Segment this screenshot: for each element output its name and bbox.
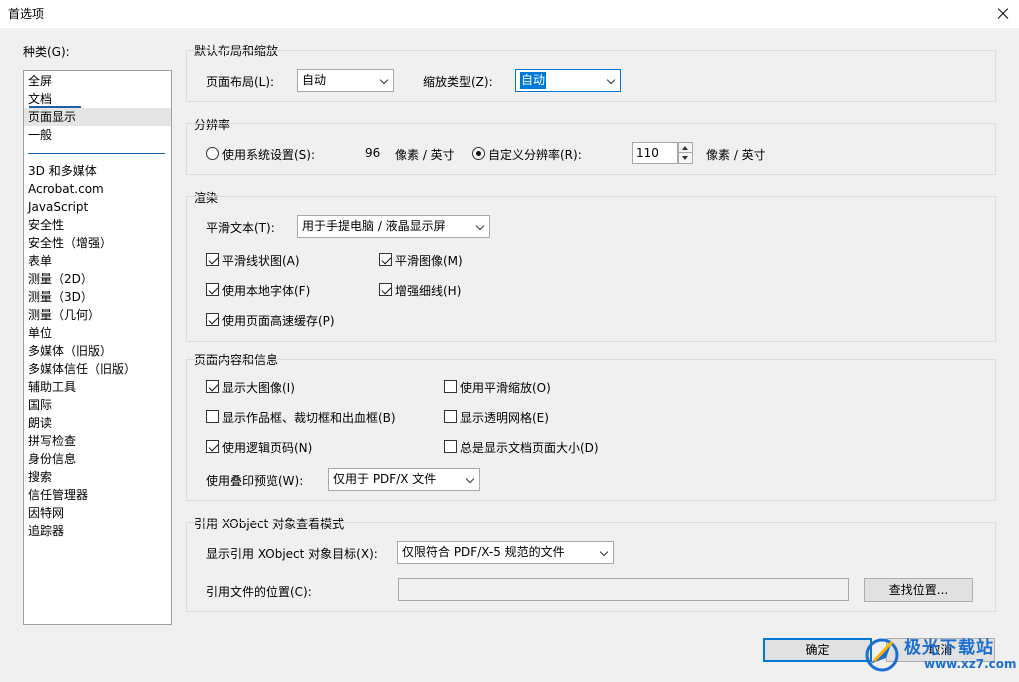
page-layout-value: 自动 [302,73,327,87]
page-layout-select[interactable]: 自动 [297,69,394,92]
category-item-fullscreen[interactable]: 全屏 [24,72,171,90]
category-item-read-aloud[interactable]: 朗读 [24,414,171,432]
smooth-text-label: 平滑文本(T): [206,221,275,235]
resolution-spinner[interactable] [678,142,693,164]
category-item-tracker[interactable]: 追踪器 [24,522,171,540]
category-item-forms[interactable]: 表单 [24,252,171,270]
logical-page-numbers-checkbox[interactable] [206,440,219,453]
chevron-down-icon [376,70,393,91]
xobject-target-value: 仅限符合 PDF/X-5 规范的文件 [402,545,565,559]
custom-resolution-unit: 像素 / 英寸 [706,148,766,162]
transparency-grid-label: 显示透明网格(E) [460,411,549,425]
category-item-page-display[interactable]: 页面显示 [24,108,171,126]
category-item-acrobat-com[interactable]: Acrobat.com [24,180,171,198]
overprint-preview-select[interactable]: 仅用于 PDF/X 文件 [328,468,480,491]
always-show-size-label: 总是显示文档页面大小(D) [460,441,599,455]
zoom-type-label: 缩放类型(Z): [423,75,493,89]
category-item-search[interactable]: 搜索 [24,468,171,486]
overprint-preview-value: 仅用于 PDF/X 文件 [333,472,437,486]
zoom-type-value: 自动 [520,72,547,89]
page-cache-checkbox[interactable] [206,313,219,326]
watermark-brand: 极光下载站 [904,638,994,658]
spin-down-icon[interactable] [679,153,692,163]
browse-location-button[interactable]: 查找位置... [864,578,973,602]
referenced-file-location-input[interactable] [398,578,849,601]
category-item-international[interactable]: 国际 [24,396,171,414]
smooth-images-checkbox[interactable] [379,253,392,266]
smooth-line-art-checkbox[interactable] [206,253,219,266]
title-bar: 首选项 [0,0,1019,28]
smooth-line-art-label: 平滑线状图(A) [222,254,300,268]
show-art-trim-label: 显示作品框、裁切框和出血框(B) [222,411,396,425]
chevron-down-icon [472,216,489,237]
local-fonts-label: 使用本地字体(F) [222,284,311,298]
close-icon[interactable] [985,0,1019,28]
watermark: 极光下载站 www.xz7.com [862,632,1017,678]
window-title: 首选项 [8,7,45,21]
category-item-accessibility[interactable]: 辅助工具 [24,378,171,396]
category-item-measure-geo[interactable]: 测量（几何） [24,306,171,324]
category-item-measure-3d[interactable]: 测量（3D） [24,288,171,306]
category-item-identity[interactable]: 身份信息 [24,450,171,468]
transparency-grid-checkbox[interactable] [444,410,457,423]
smooth-text-select[interactable]: 用于手提电脑 / 液晶显示屏 [297,215,490,238]
xobject-target-select[interactable]: 仅限符合 PDF/X-5 规范的文件 [397,541,614,564]
referenced-file-location-label: 引用文件的位置(C): [206,585,312,599]
category-item-trust-manager[interactable]: 信任管理器 [24,486,171,504]
watermark-logo-icon [865,638,899,672]
category-item-security-enhanced[interactable]: 安全性（增强） [24,234,171,252]
category-separator [28,153,165,154]
spin-up-icon[interactable] [679,143,692,153]
category-item-units[interactable]: 单位 [24,324,171,342]
system-resolution-radio[interactable] [206,147,219,160]
chevron-down-icon [462,469,479,490]
system-resolution-label: 使用系统设置(S): [222,148,316,162]
show-art-trim-checkbox[interactable] [206,410,219,423]
category-item-internet[interactable]: 因特网 [24,504,171,522]
logical-page-numbers-label: 使用逻辑页码(N) [222,441,313,455]
xobject-target-label: 显示引用 XObject 对象目标(X): [206,547,378,561]
smooth-zoom-checkbox[interactable] [444,380,457,393]
overprint-preview-label: 使用叠印预览(W): [206,474,304,488]
local-fonts-checkbox[interactable] [206,283,219,296]
show-large-images-checkbox[interactable] [206,380,219,393]
smooth-images-label: 平滑图像(M) [395,254,463,268]
zoom-type-select[interactable]: 自动 [515,69,621,92]
ok-button[interactable]: 确定 [763,638,872,662]
show-large-images-label: 显示大图像(I) [222,381,295,395]
enhance-thin-lines-checkbox[interactable] [379,283,392,296]
categories-label: 种类(G): [23,45,70,59]
system-resolution-value: 96 [365,146,381,160]
smooth-zoom-label: 使用平滑缩放(O) [460,381,551,395]
category-item-3d-multimedia[interactable]: 3D 和多媒体 [24,162,171,180]
smooth-text-value: 用于手提电脑 / 液晶显示屏 [302,219,446,233]
custom-resolution-label: 自定义分辨率(R): [488,148,582,162]
watermark-url: www.xz7.com [924,657,1017,671]
page-layout-label: 页面布局(L): [206,75,275,89]
category-item-measure-2d[interactable]: 测量（2D） [24,270,171,288]
page-cache-label: 使用页面高速缓存(P) [222,314,335,328]
enhance-thin-lines-label: 增强细线(H) [395,284,462,298]
category-list[interactable]: 全屏 文档 页面显示 一般 3D 和多媒体 Acrobat.com JavaSc… [23,70,172,625]
category-item-spelling[interactable]: 拼写检查 [24,432,171,450]
custom-resolution-radio[interactable] [472,147,485,160]
chevron-down-icon [603,70,620,91]
category-item-multimedia-trust[interactable]: 多媒体信任（旧版） [24,360,171,378]
category-item-security[interactable]: 安全性 [24,216,171,234]
chevron-down-icon [596,542,613,563]
system-resolution-unit: 像素 / 英寸 [395,148,455,162]
category-item-multimedia-legacy[interactable]: 多媒体（旧版） [24,342,171,360]
custom-resolution-input[interactable]: 110 [632,142,678,164]
always-show-size-checkbox[interactable] [444,440,457,453]
category-item-javascript[interactable]: JavaScript [24,198,171,216]
content-group [186,359,996,501]
category-item-general[interactable]: 一般 [24,126,171,144]
